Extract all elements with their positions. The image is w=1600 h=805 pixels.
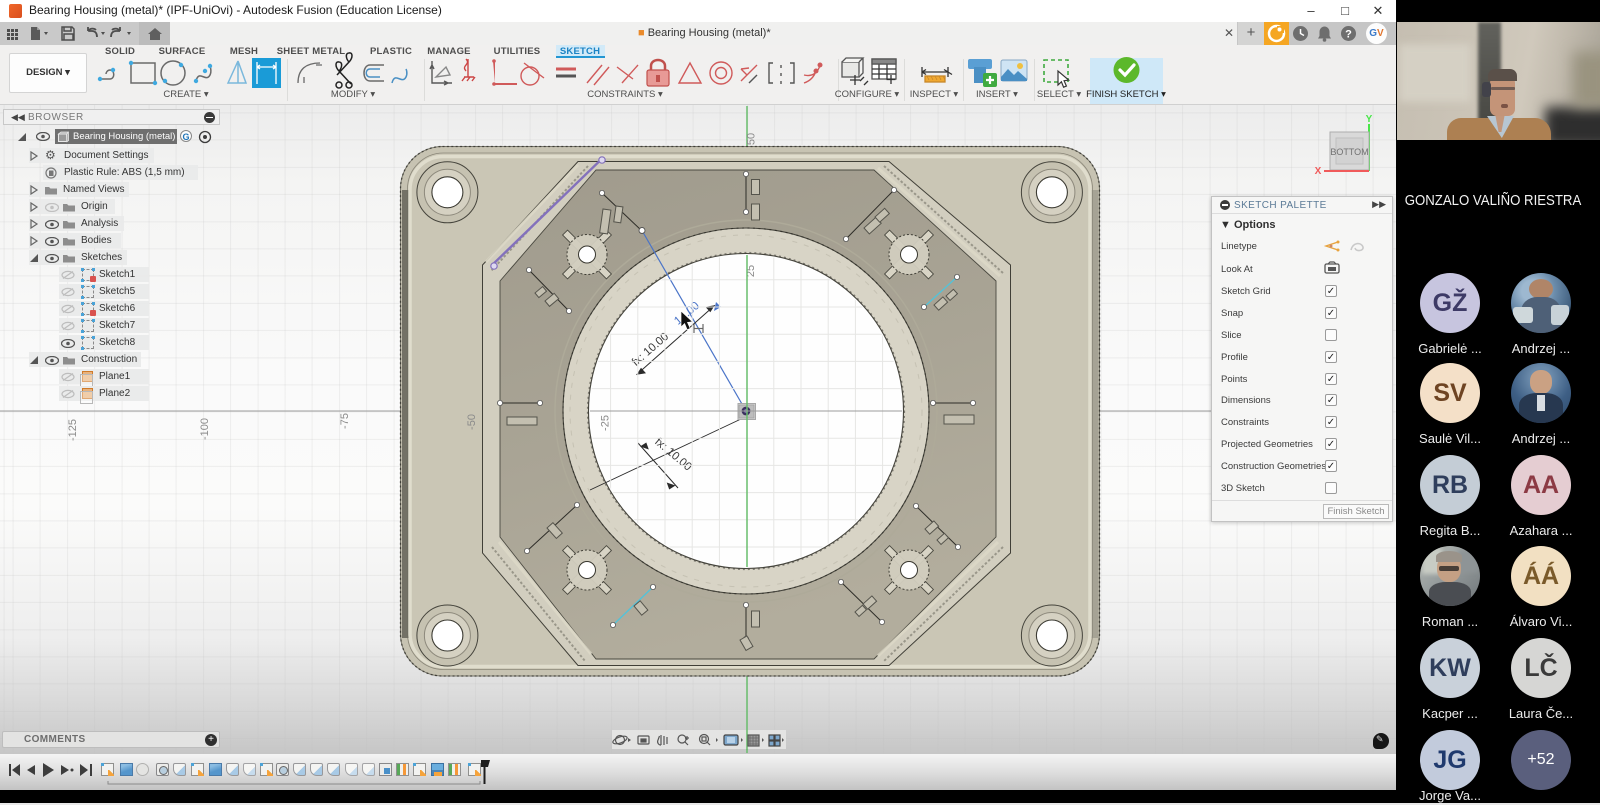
svg-text:50: 50	[746, 133, 758, 145]
svg-text:X: X	[1315, 166, 1322, 177]
svg-text:BOTTOM: BOTTOM	[1330, 147, 1368, 157]
svg-text:-125: -125	[67, 419, 79, 441]
svg-text:-100: -100	[199, 418, 211, 440]
svg-text:?: ?	[1345, 29, 1352, 41]
svg-text:-25: -25	[600, 415, 612, 431]
svg-text:-75: -75	[339, 413, 351, 429]
svg-text:-50: -50	[466, 414, 478, 430]
svg-text:Y: Y	[1366, 114, 1373, 125]
